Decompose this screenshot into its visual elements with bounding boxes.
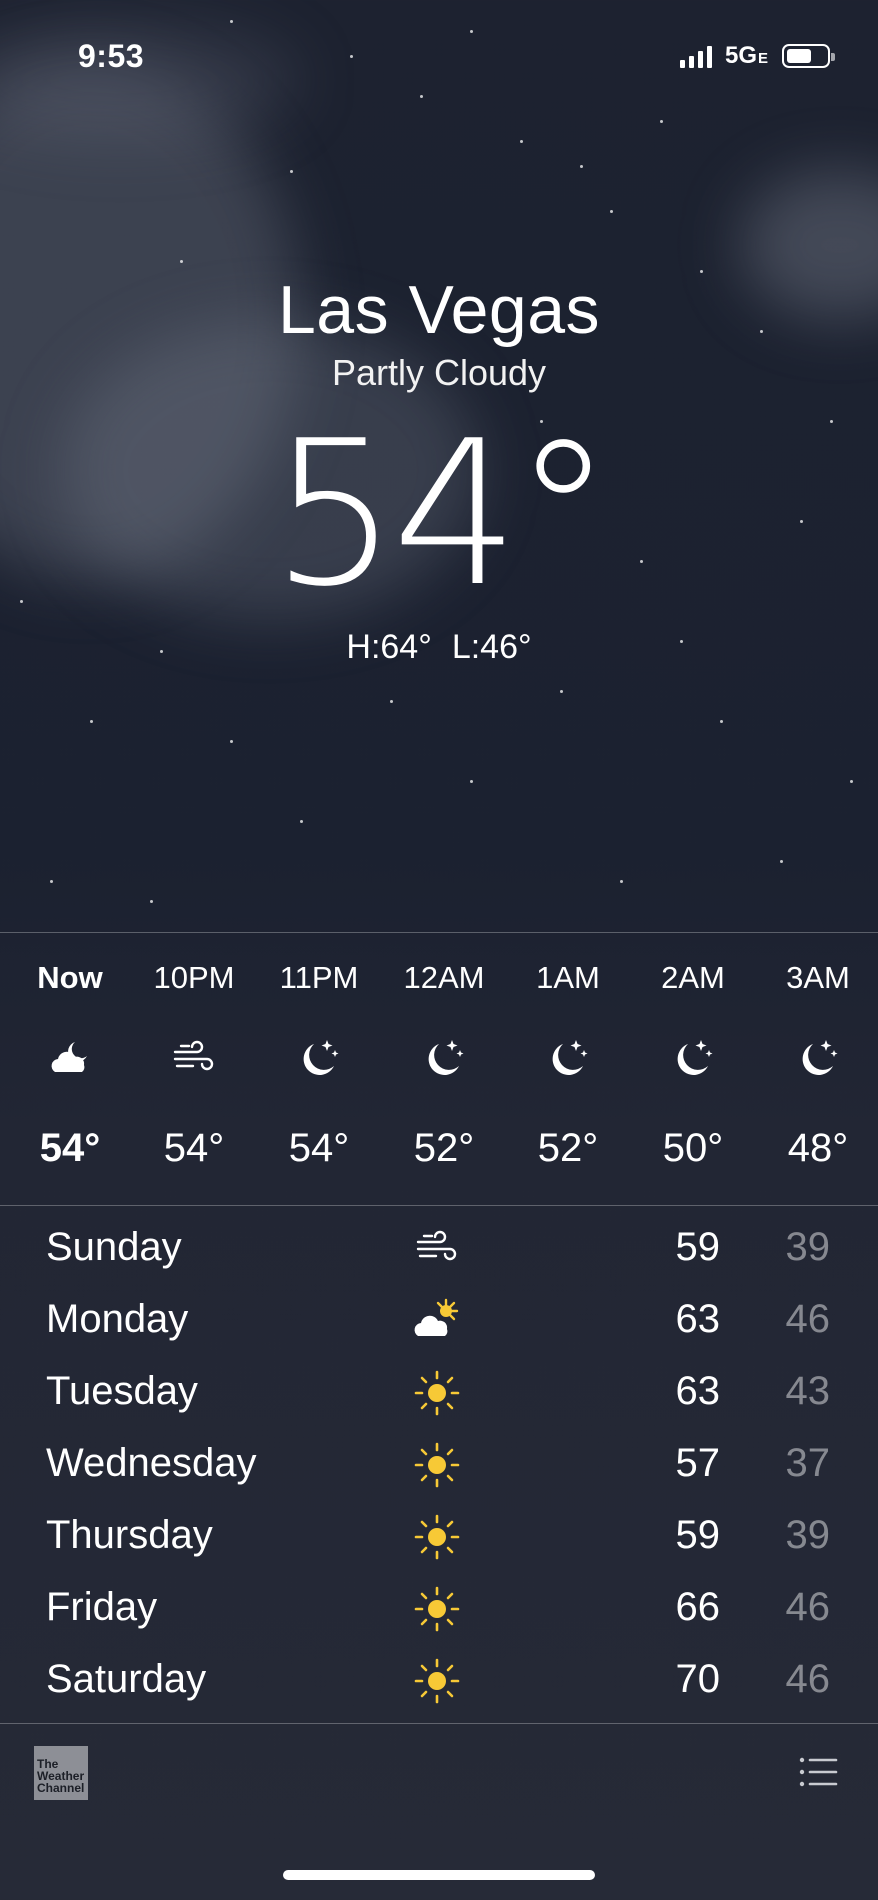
hour-temp: 48° — [787, 1126, 849, 1170]
day-high: 66 — [675, 1585, 721, 1629]
sun-icon — [414, 1514, 460, 1560]
daily-row: Sunday 59 39 — [0, 1213, 878, 1285]
sun-icon — [414, 1586, 460, 1632]
day-name: Friday — [46, 1585, 158, 1629]
location-header: Las Vegas Partly Cloudy — [0, 270, 878, 394]
high-low: H:64° L:46° — [0, 628, 878, 667]
low-temperature: L:46° — [451, 628, 532, 666]
daily-row: Tuesday 63 43 — [0, 1357, 878, 1429]
status-time: 9:53 — [78, 38, 145, 74]
cloud-sun-icon — [414, 1298, 459, 1336]
home-indicator[interactable] — [283, 1870, 595, 1880]
daily-row: Wednesday 57 37 — [0, 1429, 878, 1501]
hour-temp: 52° — [537, 1126, 599, 1170]
day-low: 43 — [785, 1369, 831, 1413]
day-high: 70 — [675, 1657, 721, 1701]
daily-row: Saturday 70 46 — [0, 1645, 878, 1717]
day-high: 63 — [675, 1297, 721, 1341]
logo-line-3: Channel — [37, 1781, 85, 1795]
day-name: Wednesday — [46, 1441, 257, 1485]
hour-label: Now — [37, 960, 103, 995]
network-label: 5G — [725, 42, 758, 69]
moon-stars-icon — [677, 1040, 713, 1075]
high-temperature: H:64° — [346, 628, 432, 666]
wind-icon — [173, 1040, 214, 1071]
day-name: Monday — [46, 1297, 189, 1341]
day-low: 39 — [785, 1513, 831, 1557]
list-icon[interactable] — [798, 1754, 838, 1790]
network-type: 5GE — [725, 42, 768, 70]
daily-row: Monday 63 46 — [0, 1285, 878, 1357]
hour-temp: 54° — [163, 1126, 225, 1170]
hour-label: 2AM — [661, 960, 725, 995]
hour-temp: 50° — [662, 1126, 724, 1170]
day-name: Saturday — [46, 1657, 207, 1701]
status-bar: 9:53 5GE — [0, 0, 878, 110]
day-low: 39 — [785, 1225, 831, 1269]
footer-toolbar: The Weather Channel — [0, 1724, 878, 1900]
sun-icon — [414, 1370, 460, 1416]
city-name: Las Vegas — [277, 272, 601, 348]
moon-stars-icon — [428, 1040, 464, 1075]
battery-icon — [782, 44, 835, 68]
weather-channel-logo[interactable]: The Weather Channel — [34, 1746, 88, 1800]
moon-stars-icon — [552, 1040, 588, 1075]
day-high: 59 — [675, 1513, 721, 1557]
daily-row: Thursday 59 39 — [0, 1501, 878, 1573]
current-temperature: 54° — [270, 398, 614, 631]
daily-row: Friday 66 46 — [0, 1573, 878, 1645]
sun-icon — [414, 1658, 460, 1704]
day-name: Sunday — [46, 1225, 182, 1269]
divider-top — [0, 932, 878, 933]
hour-label: 10PM — [153, 960, 235, 995]
hour-temp: 54° — [39, 1126, 101, 1170]
hour-label: 1AM — [536, 960, 600, 995]
cellular-signal-icon — [680, 46, 712, 68]
hour-temp: 54° — [288, 1126, 350, 1170]
day-high: 63 — [675, 1369, 721, 1413]
cloud-moon-icon — [51, 1042, 87, 1072]
moon-stars-icon — [802, 1040, 838, 1075]
hour-temp: 52° — [413, 1126, 475, 1170]
day-low: 46 — [785, 1657, 831, 1701]
hour-label: 11PM — [279, 960, 359, 995]
divider-middle — [0, 1205, 878, 1206]
day-low: 37 — [785, 1441, 831, 1485]
moon-stars-icon — [303, 1040, 339, 1075]
hour-label: 12AM — [403, 960, 485, 995]
day-low: 46 — [785, 1585, 831, 1629]
day-name: Thursday — [46, 1513, 213, 1557]
sun-icon — [414, 1442, 460, 1488]
day-high: 57 — [675, 1441, 721, 1485]
wind-icon — [416, 1230, 457, 1261]
network-suffix: E — [758, 50, 769, 67]
day-name: Tuesday — [46, 1369, 198, 1413]
hourly-forecast[interactable]: Now 54° 10PM 54° 11PM 54° 12AM 52° 1AM 5… — [0, 934, 878, 1204]
day-low: 46 — [785, 1297, 831, 1341]
hour-label: 3AM — [786, 960, 850, 995]
day-high: 59 — [675, 1225, 721, 1269]
weather-condition: Partly Cloudy — [331, 352, 547, 393]
daily-forecast[interactable]: Sunday 59 39 Monday 63 46 Tuesday 63 43 … — [0, 1213, 878, 1717]
